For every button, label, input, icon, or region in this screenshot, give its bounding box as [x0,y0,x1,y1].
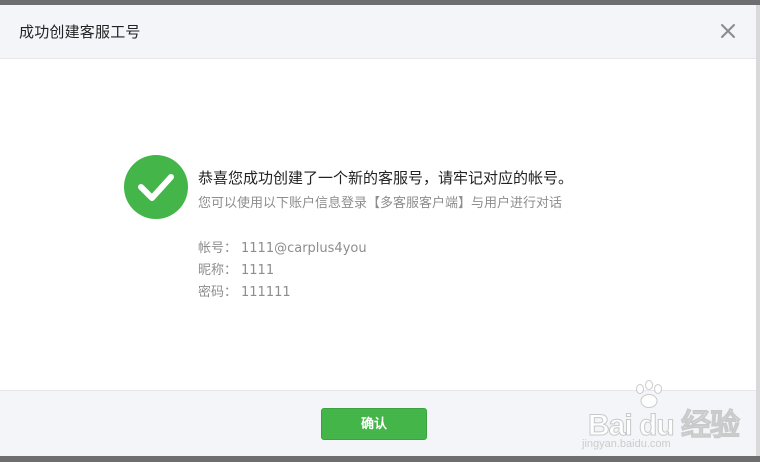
nickname-value: 1111 [241,263,275,278]
password-value: 111111 [241,285,291,300]
password-row: 密码： 111111 [198,281,291,300]
success-dialog: 成功创建客服工号 恭喜您成功创建了一个新的客服号，请牢记对应的帐号。 您可以使用… [0,5,756,456]
check-circle-icon [124,155,188,219]
close-icon[interactable] [716,19,740,43]
nickname-row: 昵称： 1111 [198,259,274,278]
account-row: 帐号： 1111@carplus4you [198,237,367,256]
window-backdrop-bottom [0,456,760,462]
dialog-header: 成功创建客服工号 [0,5,756,59]
login-hint: 您可以使用以下账户信息登录【多客服客户端】与用户进行对话 [198,196,563,211]
confirm-button[interactable]: 确认 [321,408,427,440]
window-backdrop-right [756,5,760,456]
password-label: 密码： [198,285,238,300]
account-value: 1111@carplus4you [241,241,367,256]
dialog-title: 成功创建客服工号 [19,23,141,41]
nickname-label: 昵称： [198,263,238,278]
dialog-footer: 确认 [0,390,756,456]
account-label: 帐号： [198,241,238,256]
success-message: 恭喜您成功创建了一个新的客服号，请牢记对应的帐号。 [198,169,574,187]
dialog-body: 恭喜您成功创建了一个新的客服号，请牢记对应的帐号。 您可以使用以下账户信息登录【… [0,59,756,390]
